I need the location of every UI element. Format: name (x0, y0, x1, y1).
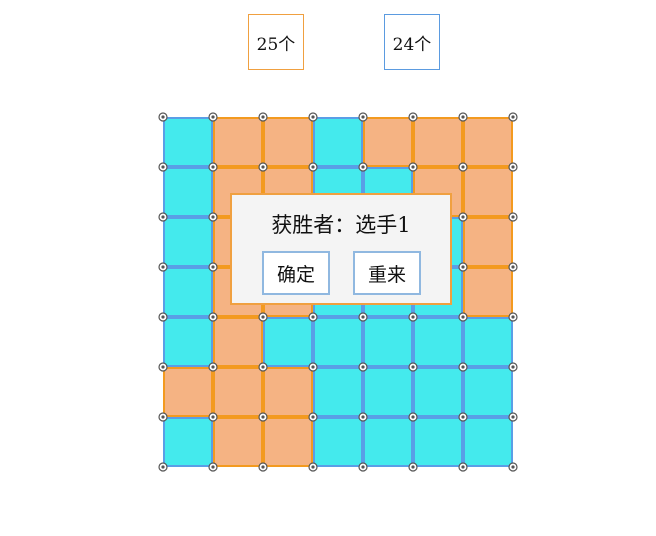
grid-dot-center (511, 115, 515, 119)
board-cell[interactable] (163, 417, 213, 467)
grid-dot-center (461, 265, 465, 269)
board-cell[interactable] (263, 317, 313, 367)
grid-dot-center (311, 415, 315, 419)
board-cell[interactable] (313, 117, 363, 167)
board-cell[interactable] (313, 417, 363, 467)
board-cell[interactable] (463, 267, 513, 317)
board-cell[interactable] (163, 267, 213, 317)
grid-dot-center (511, 465, 515, 469)
board-cell[interactable] (463, 117, 513, 167)
grid-dot-center (361, 165, 365, 169)
grid-dot-center (411, 365, 415, 369)
grid-dot-center (411, 315, 415, 319)
board-cell[interactable] (163, 217, 213, 267)
grid-dot-center (211, 315, 215, 319)
board-cell[interactable] (213, 117, 263, 167)
grid-dot-center (161, 365, 165, 369)
grid-dot-center (461, 215, 465, 219)
grid-dot-center (161, 215, 165, 219)
confirm-button[interactable]: 确定 (262, 251, 330, 295)
grid-dot-center (461, 165, 465, 169)
grid-dot-center (411, 415, 415, 419)
winner-message: 获胜者：选手1 (271, 213, 411, 237)
grid-dot-center (411, 115, 415, 119)
board-cell[interactable] (163, 317, 213, 367)
grid-dot-center (511, 415, 515, 419)
board-cell[interactable] (413, 417, 463, 467)
board-cell[interactable] (163, 367, 213, 417)
board-cell[interactable] (263, 417, 313, 467)
board-cell[interactable] (213, 417, 263, 467)
grid-dot-center (361, 365, 365, 369)
grid-dot-center (261, 165, 265, 169)
grid-dot-center (311, 115, 315, 119)
grid-dot-center (161, 415, 165, 419)
grid-dot-center (161, 115, 165, 119)
board-cell[interactable] (213, 317, 263, 367)
board-cell[interactable] (463, 167, 513, 217)
grid-dot-center (511, 315, 515, 319)
board-cell[interactable] (463, 217, 513, 267)
grid-dot-center (311, 365, 315, 369)
board-cell[interactable] (263, 117, 313, 167)
board-cell[interactable] (463, 367, 513, 417)
grid-dot-center (361, 315, 365, 319)
grid-dot-center (311, 165, 315, 169)
board-cell[interactable] (163, 167, 213, 217)
winner-dialog: 获胜者：选手1 确定 重来 (230, 193, 452, 305)
grid-dot-center (461, 315, 465, 319)
grid-dot-center (161, 265, 165, 269)
board-cell[interactable] (363, 417, 413, 467)
grid-dot-center (161, 315, 165, 319)
grid-dot-center (261, 315, 265, 319)
grid-dot-center (211, 115, 215, 119)
board-cell[interactable] (313, 317, 363, 367)
grid-dot-center (511, 265, 515, 269)
grid-dot-center (361, 465, 365, 469)
grid-dot-center (211, 165, 215, 169)
grid-dot-center (461, 365, 465, 369)
board-cell[interactable] (413, 317, 463, 367)
grid-dot-center (461, 465, 465, 469)
grid-dot-center (211, 215, 215, 219)
grid-dot-center (511, 365, 515, 369)
board-cell[interactable] (363, 367, 413, 417)
grid-dot-center (211, 465, 215, 469)
board-cell[interactable] (463, 417, 513, 467)
grid-dot-center (211, 365, 215, 369)
board-cell[interactable] (363, 317, 413, 367)
grid-dot-center (261, 415, 265, 419)
grid-dot-center (211, 415, 215, 419)
grid-dot-center (261, 115, 265, 119)
board-cell[interactable] (213, 367, 263, 417)
grid-dot-center (411, 465, 415, 469)
grid-dot-center (261, 465, 265, 469)
board-cell[interactable] (163, 117, 213, 167)
board-cell[interactable] (413, 117, 463, 167)
board-cell[interactable] (363, 117, 413, 167)
grid-dot-center (161, 465, 165, 469)
grid-dot-center (261, 365, 265, 369)
board-cell[interactable] (313, 367, 363, 417)
restart-button[interactable]: 重来 (353, 251, 421, 295)
board-cell[interactable] (413, 367, 463, 417)
grid-dot-center (511, 165, 515, 169)
grid-dot-center (461, 415, 465, 419)
grid-dot-center (461, 115, 465, 119)
grid-dot-center (361, 115, 365, 119)
grid-dot-center (311, 315, 315, 319)
grid-dot-center (361, 415, 365, 419)
grid-dot-center (511, 215, 515, 219)
grid-dot-center (311, 465, 315, 469)
grid-dot-center (211, 265, 215, 269)
board-cell[interactable] (463, 317, 513, 367)
grid-dot-center (161, 165, 165, 169)
board-cell[interactable] (263, 367, 313, 417)
grid-dot-center (411, 165, 415, 169)
